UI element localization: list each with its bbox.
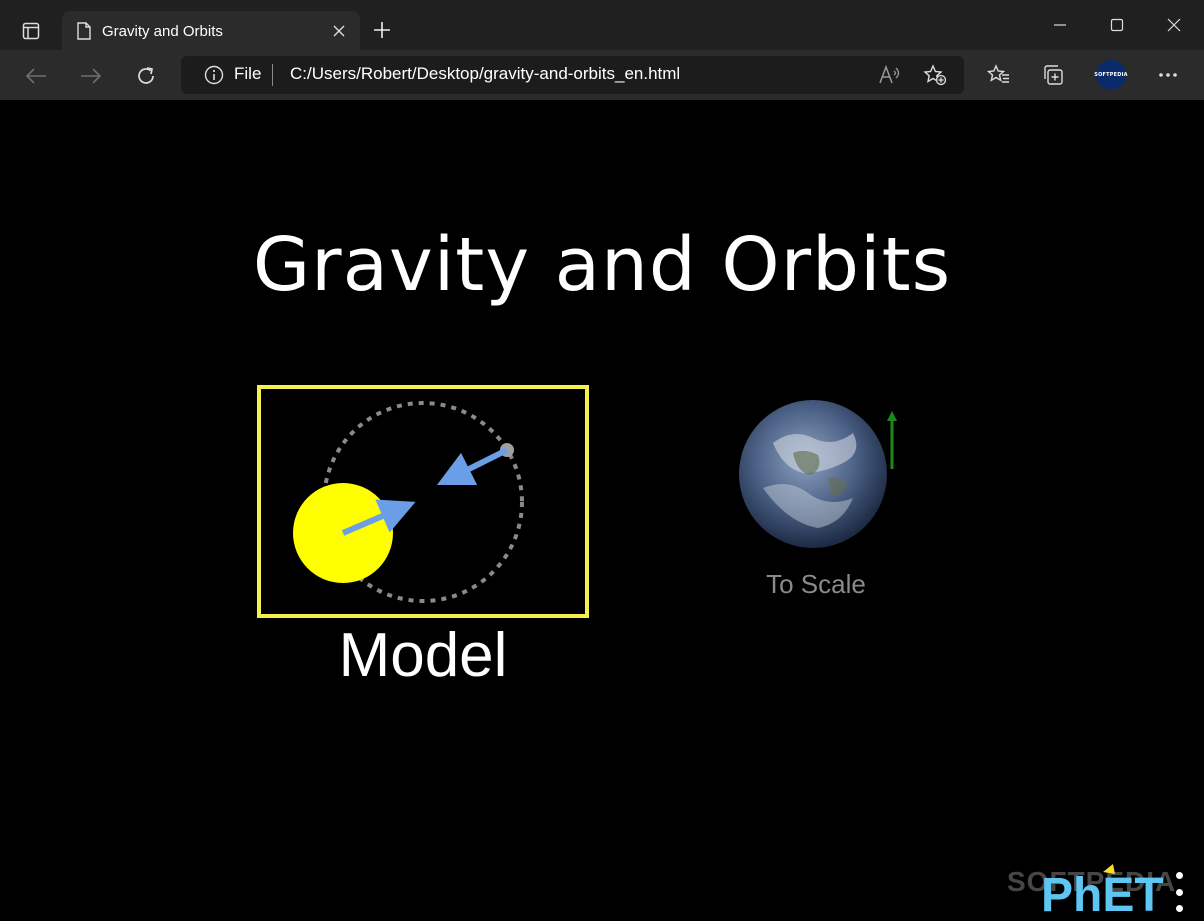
earth-icon <box>739 400 897 548</box>
phet-logo[interactable]: PhET <box>1041 858 1181 920</box>
close-tab-button[interactable] <box>324 16 354 46</box>
arrow-right-icon <box>81 68 102 84</box>
collections-button[interactable] <box>1037 58 1071 92</box>
site-info-icon[interactable] <box>202 63 226 87</box>
address-separator <box>272 64 273 86</box>
refresh-icon <box>138 67 154 84</box>
menu-dot <box>1175 872 1183 879</box>
add-favorite-button[interactable] <box>918 58 952 92</box>
favorites-button[interactable] <box>982 58 1016 92</box>
tab-actions-icon <box>22 22 40 40</box>
page-icon <box>77 22 91 40</box>
star-add-icon <box>923 64 947 86</box>
profile-avatar[interactable]: SOFTPEDIA <box>1094 60 1128 90</box>
phet-menu-button[interactable] <box>1171 872 1187 912</box>
read-aloud-icon <box>879 65 900 84</box>
maximize-button[interactable] <box>1089 0 1145 50</box>
to-scale-screen-label[interactable]: To Scale <box>701 569 931 600</box>
close-icon <box>1167 18 1181 32</box>
more-horizontal-icon <box>1159 73 1177 77</box>
refresh-button[interactable] <box>129 59 163 93</box>
to-scale-screen-button[interactable] <box>733 393 899 553</box>
minimize-icon <box>1054 24 1066 26</box>
model-screen-button[interactable] <box>257 385 589 618</box>
plus-icon <box>374 22 390 38</box>
model-screen-label[interactable]: Model <box>257 620 589 691</box>
settings-menu-button[interactable] <box>1151 58 1185 92</box>
address-scheme-label: File <box>234 64 262 83</box>
read-aloud-button[interactable] <box>873 58 907 92</box>
tab-strip: Gravity and Orbits <box>0 0 1204 51</box>
browser-tab[interactable]: Gravity and Orbits <box>62 11 360 51</box>
force-arrow-planet <box>436 447 509 486</box>
menu-dot <box>1175 905 1183 912</box>
browser-chrome: Gravity and Orbits File C:/Users/Robert/… <box>0 0 1204 100</box>
collections-icon <box>1044 65 1063 85</box>
back-button[interactable] <box>19 59 53 93</box>
arrow-left-icon <box>25 68 46 84</box>
simulation-page: Gravity and Orbits Model To Scale SOFTPE… <box>1 100 1203 920</box>
address-url[interactable]: C:/Users/Robert/Desktop/gravity-and-orbi… <box>290 64 680 84</box>
new-tab-button[interactable] <box>366 14 398 46</box>
tab-title: Gravity and Orbits <box>102 22 223 40</box>
phet-logo-mark: PhET <box>1041 864 1164 920</box>
minimize-button[interactable] <box>1032 0 1088 50</box>
profile-badge: SOFTPEDIA <box>1094 72 1128 78</box>
maximize-icon <box>1110 18 1124 32</box>
favorites-icon <box>987 64 1009 83</box>
menu-dot <box>1175 888 1183 896</box>
forward-button[interactable] <box>74 59 108 93</box>
tab-actions-button[interactable] <box>14 14 48 48</box>
close-window-button[interactable] <box>1146 0 1202 50</box>
sim-title: Gravity and Orbits <box>252 222 952 308</box>
close-icon <box>333 25 345 37</box>
phet-logo-text: PhET <box>1041 869 1164 918</box>
model-screen-icon <box>293 401 524 603</box>
